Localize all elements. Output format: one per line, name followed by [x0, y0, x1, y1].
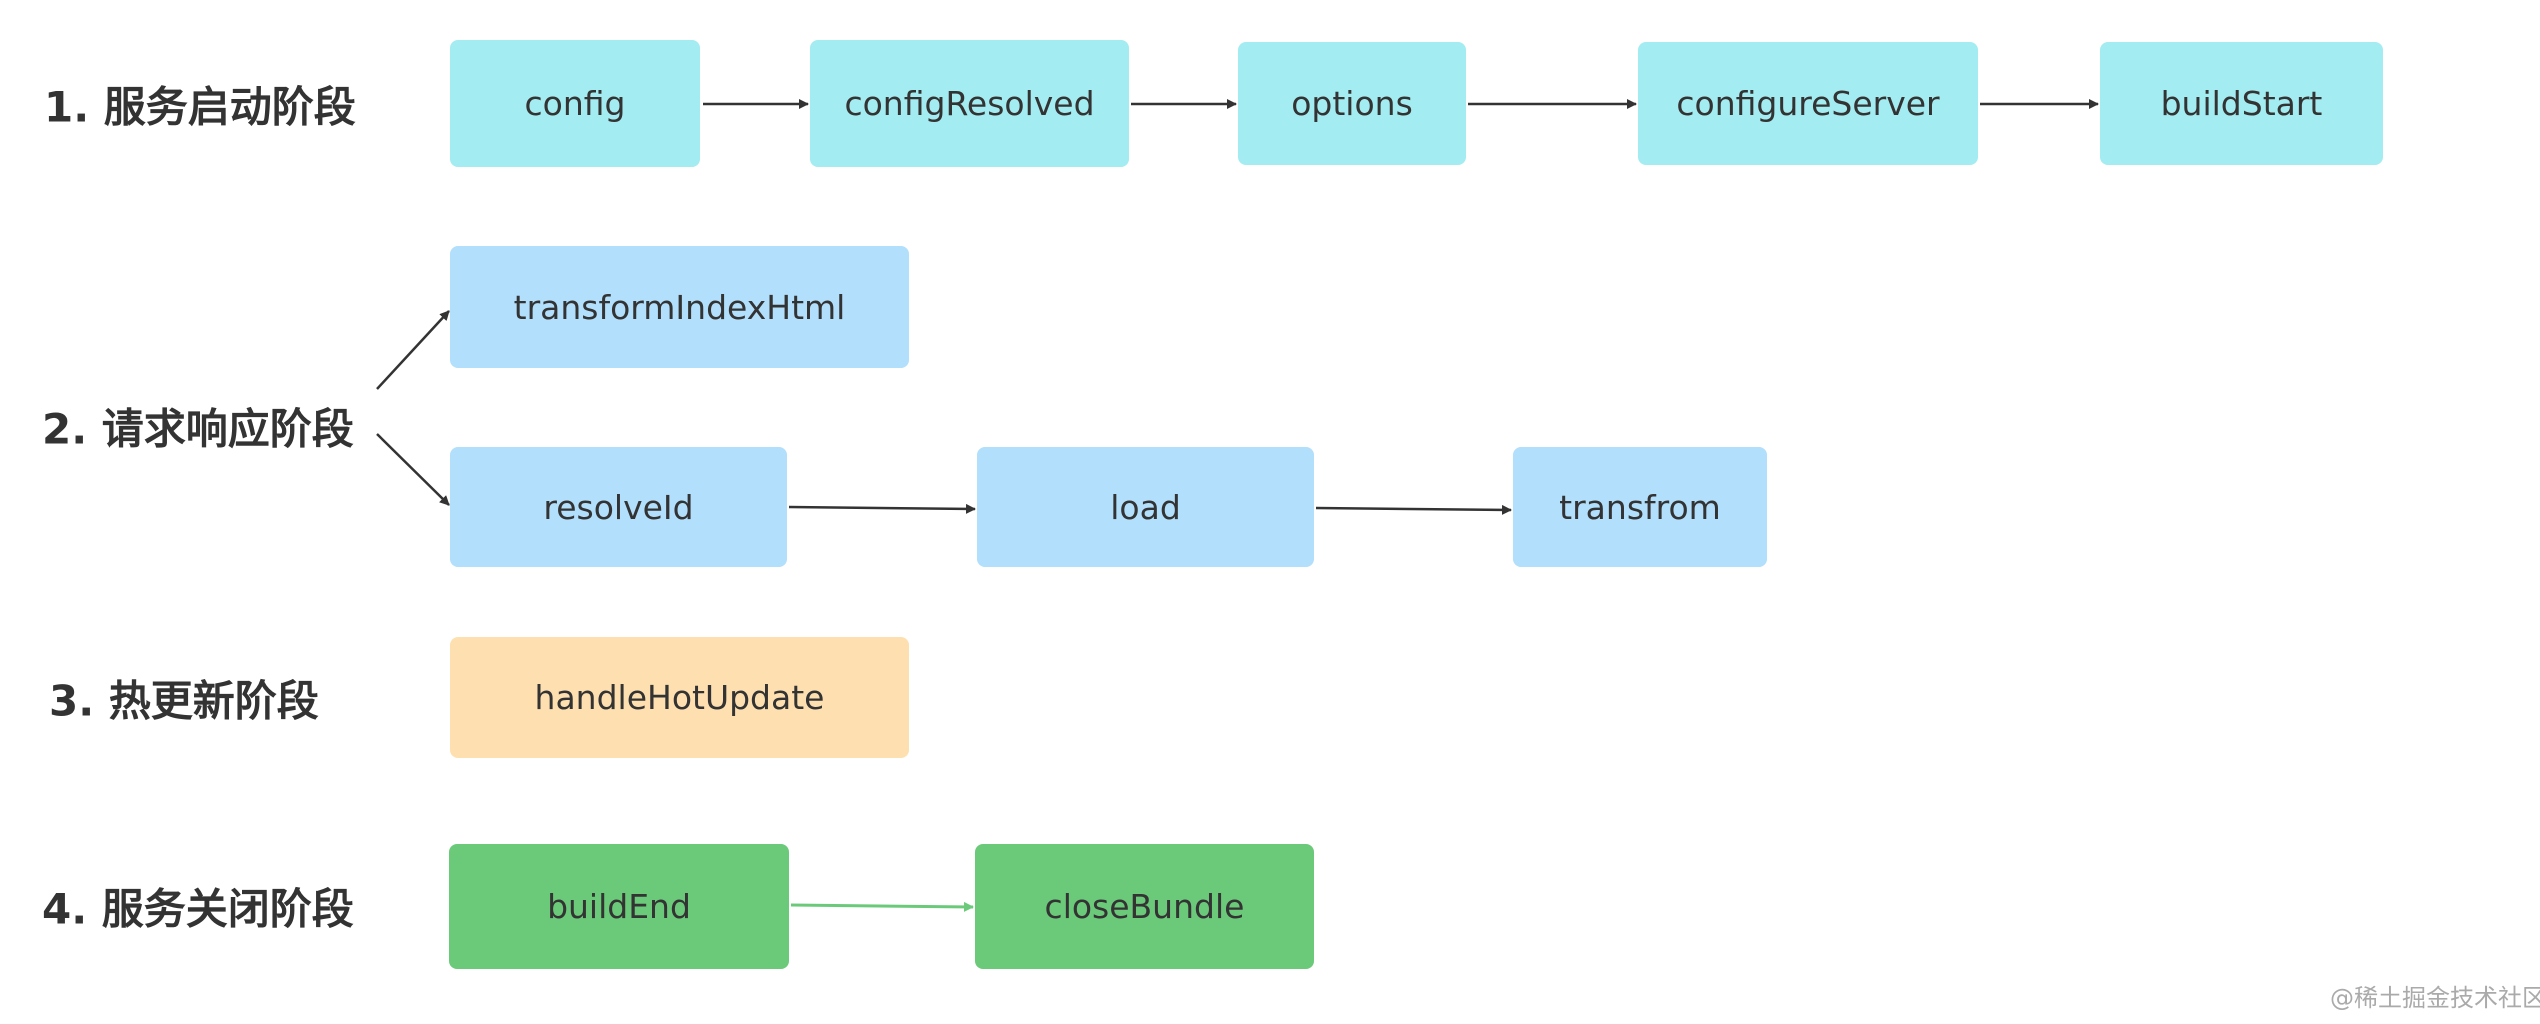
watermark: @稀土掘金技术社区 — [2330, 984, 2540, 1012]
arrow-stage2-resolveId — [376, 433, 450, 506]
connectors — [376, 99, 2099, 912]
arrow-resolveId-load — [788, 503, 976, 514]
arrow-load-transfrom — [1315, 504, 1512, 515]
arrow-buildEnd-closeBundle — [790, 901, 974, 912]
arrow-stage2-transformIndexHtml — [376, 310, 450, 390]
